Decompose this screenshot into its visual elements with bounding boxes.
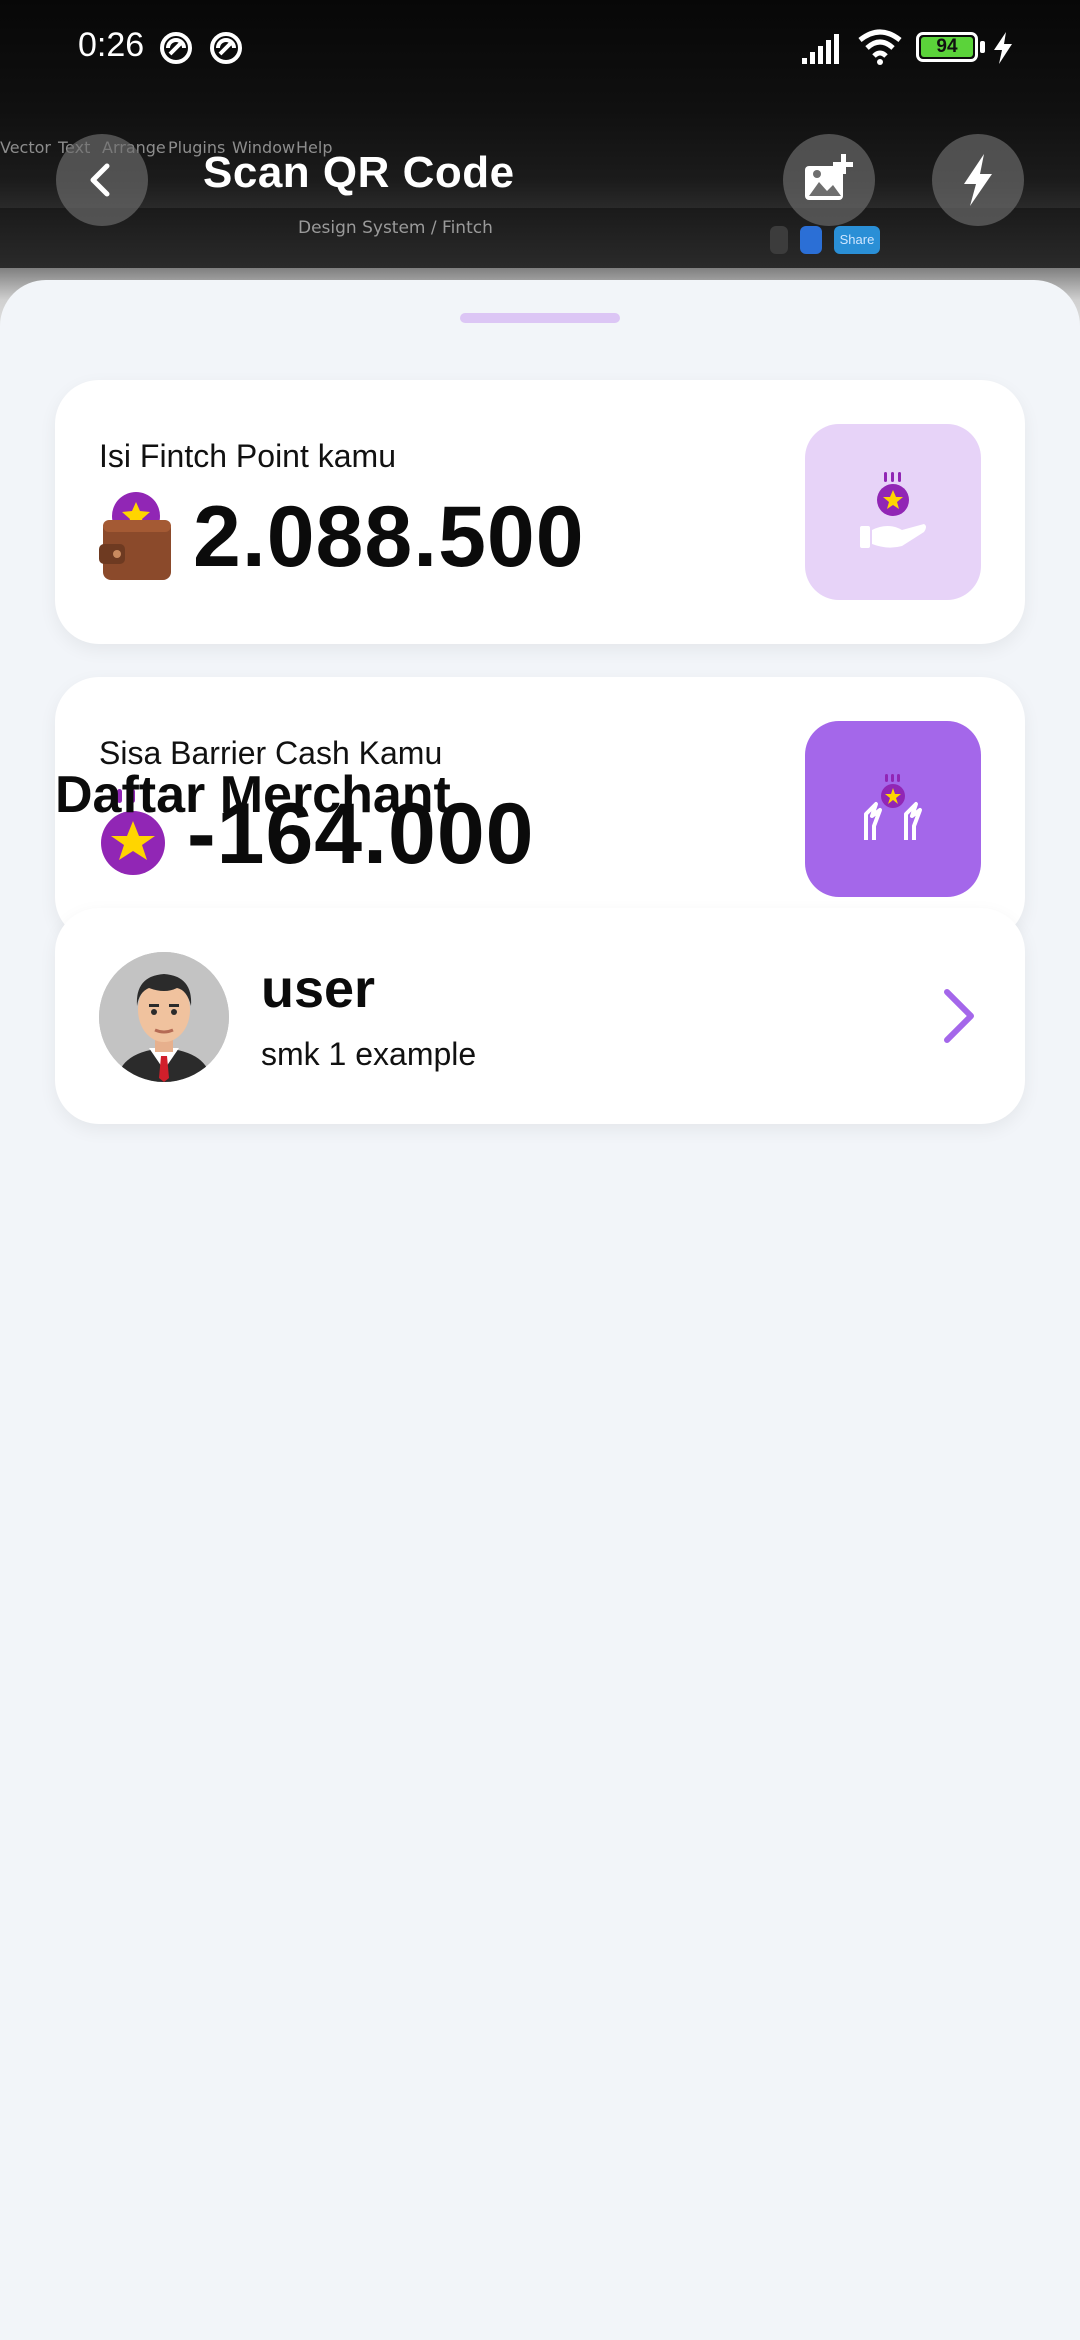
camera-breadcrumb: Design System / Fintch <box>298 218 493 238</box>
camera-chip-share: Share <box>834 226 880 254</box>
merchant-name: user <box>261 959 376 1019</box>
coin-hand-icon <box>860 472 926 548</box>
page-title: Scan QR Code <box>203 148 515 197</box>
section-title: Daftar Merchant <box>55 766 451 824</box>
camera-menu-item: Vector <box>0 138 51 157</box>
points-card: Isi Fintch Point kamu 2.088.500 <box>55 380 1025 644</box>
avatar-man-icon <box>99 952 229 1082</box>
camera-chip <box>800 226 822 254</box>
barrier-coin-icon <box>864 774 922 840</box>
merchant-subtitle: smk 1 example <box>261 1036 477 1072</box>
back-button[interactable] <box>56 134 148 226</box>
notification-icon <box>210 32 242 64</box>
merchant-list-item[interactable]: user smk 1 example <box>55 908 1025 1124</box>
flash-icon <box>964 154 992 206</box>
avatar <box>99 952 229 1082</box>
points-label: Isi Fintch Point kamu <box>99 438 396 474</box>
gallery-button[interactable] <box>783 134 875 226</box>
charging-icon <box>994 32 1012 64</box>
battery-level: 94 <box>921 37 973 57</box>
top-up-points-button[interactable] <box>805 424 981 600</box>
camera-chip <box>770 226 788 254</box>
camera-preview-menu: Vector Text Arrange Plugins Window Help <box>0 138 1080 168</box>
camera-preview-strip <box>0 208 1080 268</box>
flash-button[interactable] <box>932 134 1024 226</box>
points-value: 2.088.500 <box>193 489 585 585</box>
battery-icon: 94 <box>916 32 978 62</box>
image-add-icon <box>805 154 853 200</box>
notification-icon <box>160 32 192 64</box>
barrier-cash-button[interactable] <box>805 721 981 897</box>
sheet-drag-handle[interactable] <box>460 313 620 323</box>
wifi-icon <box>858 29 902 65</box>
arrow-back-icon <box>90 163 110 197</box>
chevron-right-icon <box>944 989 974 1043</box>
status-bar: 0:26 94 <box>0 0 1080 96</box>
signal-icon <box>802 34 839 64</box>
battery-tip <box>980 41 985 53</box>
wallet-icon <box>99 492 171 580</box>
status-time: 0:26 <box>78 26 145 64</box>
